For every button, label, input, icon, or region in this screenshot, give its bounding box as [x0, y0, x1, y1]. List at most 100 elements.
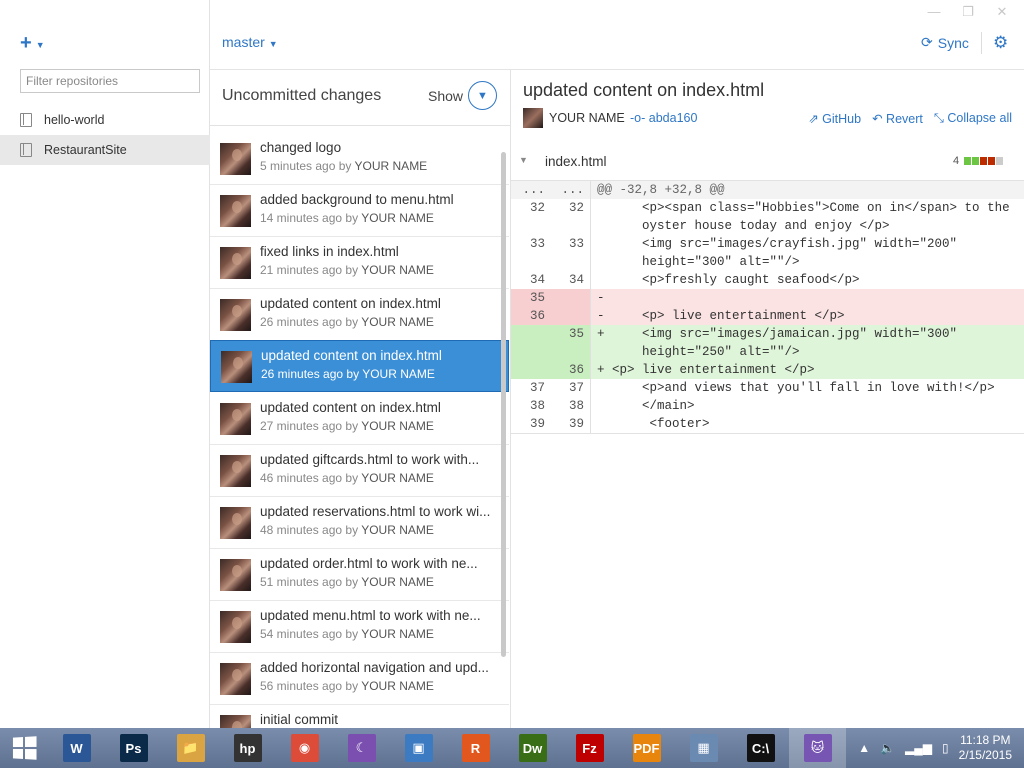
new-line-number: 33	[551, 235, 591, 253]
volume-icon[interactable]: 🔈	[880, 741, 895, 755]
avatar	[220, 299, 251, 331]
filezilla-icon: Fz	[575, 734, 604, 762]
commit-item[interactable]: updated reservations.html to work wi... …	[210, 497, 509, 549]
uncommitted-changes-label: Uncommitted changes	[222, 87, 382, 104]
diff-code: oyster house today and enjoy </p>	[597, 219, 890, 233]
diff-line-ctx: 32 32 <p><span class="Hobbies">Come on in…	[511, 199, 1024, 217]
avatar	[220, 559, 251, 591]
new-line-number: 36	[551, 361, 591, 379]
change-bar-deleted	[980, 157, 988, 165]
old-line-number	[511, 325, 551, 343]
dreamweaver-icon: Dw	[518, 734, 547, 762]
new-line-number: 32	[551, 199, 591, 217]
start-button[interactable]	[0, 728, 48, 768]
photoshop-icon: Ps	[119, 734, 148, 762]
taskbar-app-hp[interactable]: hp	[219, 728, 276, 768]
old-line-number: ...	[522, 183, 545, 197]
new-line-number: 38	[551, 397, 591, 415]
diff-line-ctx: oyster house today and enjoy </p>	[511, 217, 1024, 235]
taskbar-app-github[interactable]: 🐱	[789, 728, 846, 768]
old-line-number: 33	[529, 237, 545, 251]
commit-item[interactable]: updated giftcards.html to work with... 4…	[210, 445, 509, 497]
file-header[interactable]: ▼ index.html 4	[511, 141, 1024, 181]
change-bar-deleted	[988, 157, 996, 165]
bittorrent-icon: ☾	[347, 734, 376, 762]
diff-line-ctx: 34 34 <p>freshly caught seafood</p>	[511, 271, 1024, 289]
branch-selector[interactable]: master ▼	[222, 34, 278, 50]
battery-icon[interactable]: ▯	[942, 741, 949, 755]
minimize-icon[interactable]: —	[926, 4, 942, 20]
avatar	[220, 715, 251, 728]
commit-item-selected[interactable]: updated content on index.html 26 minutes…	[210, 340, 509, 392]
plus-icon: +	[20, 32, 32, 54]
collapse-icon: ⤡	[933, 111, 944, 125]
commit-item[interactable]: initial commit	[210, 705, 509, 728]
chevron-down-icon[interactable]: ▼	[468, 81, 497, 110]
taskbar-app-filezilla[interactable]: Fz	[561, 728, 618, 768]
taskbar-app-word[interactable]: W	[48, 728, 105, 768]
commit-sha-link[interactable]: -o- abda160	[630, 111, 697, 125]
commit-item[interactable]: updated order.html to work with ne... 51…	[210, 549, 509, 601]
old-line-number: 34	[529, 273, 545, 287]
taskbar-app-chrome[interactable]: ◉	[276, 728, 333, 768]
commit-message: added background to menu.html	[260, 192, 454, 207]
chevron-down-icon: ▼	[35, 39, 45, 50]
undo-icon: ↶	[872, 112, 883, 126]
revert-button[interactable]: ↶ Revert	[872, 111, 923, 126]
new-line-number: 37	[551, 379, 591, 397]
uncommitted-changes-header: Uncommitted changes Show ▼	[210, 70, 510, 126]
repo-item-restaurantsite[interactable]: RestaurantSite	[0, 135, 210, 165]
new-line-number: 34	[551, 271, 591, 289]
diff-code: height="300" alt=""/>	[597, 255, 800, 269]
diff-code: <p><span class="Hobbies">Come on in</spa…	[597, 201, 1010, 215]
sync-button[interactable]: ⟳ Sync	[921, 34, 969, 51]
new-line-number	[551, 253, 591, 271]
diff-line-ctx: 33 33 <img src="images/crayfish.jpg" widt…	[511, 235, 1024, 253]
chevron-down-icon[interactable]: ▼	[519, 155, 528, 165]
show-button[interactable]: Show	[428, 88, 463, 104]
restore-icon[interactable]: ❐	[960, 4, 976, 20]
diff-line-ctx: 39 39 <footer>	[511, 415, 1024, 433]
commit-meta: 5 minutes ago by YOUR NAME	[260, 159, 428, 173]
windows-taskbar: W Ps 📁 hp ◉ ☾ ▣ R Dw Fz PDF ▦ C:\ 🐱 ▲ 🔈 ▂▄▆ ▯ 11:18 P…	[0, 728, 1024, 768]
scrollbar[interactable]	[501, 152, 506, 657]
branch-label: master	[222, 34, 265, 50]
taskbar-app-bittorrent[interactable]: ☾	[333, 728, 390, 768]
close-icon[interactable]: ✕	[994, 4, 1010, 20]
gear-icon[interactable]: ⚙	[993, 33, 1008, 53]
signal-icon[interactable]: ▂▄▆	[905, 741, 932, 755]
diff-code: <p>and views that you'll fall in love wi…	[597, 381, 995, 395]
taskbar-app-dreamweaver[interactable]: Dw	[504, 728, 561, 768]
clock[interactable]: 11:18 PM 2/15/2015	[959, 733, 1012, 763]
old-line-number	[511, 253, 551, 271]
avatar	[523, 108, 543, 128]
commit-item[interactable]: added background to menu.html 14 minutes…	[210, 185, 509, 237]
new-line-number	[551, 343, 591, 361]
clock-time: 11:18 PM	[960, 733, 1011, 747]
commit-item[interactable]: changed logo 5 minutes ago by YOUR NAME	[210, 133, 509, 185]
taskbar-app-r-app[interactable]: R	[447, 728, 504, 768]
commit-item[interactable]: updated menu.html to work with ne... 54 …	[210, 601, 509, 653]
taskbar-app-network[interactable]: ▦	[675, 728, 732, 768]
commit-message: fixed links in index.html	[260, 244, 399, 259]
r-app-icon: R	[461, 734, 490, 762]
diff-line-del: 36 - <p> live entertainment </p>	[511, 307, 1024, 325]
add-repository-button[interactable]: + ▼	[20, 32, 45, 55]
commit-item[interactable]: fixed links in index.html 21 minutes ago…	[210, 237, 509, 289]
taskbar-app-remote-desktop[interactable]: ▣	[390, 728, 447, 768]
taskbar-app-cmd[interactable]: C:\	[732, 728, 789, 768]
repo-item-hello-world[interactable]: hello-world	[0, 105, 210, 135]
commit-item[interactable]: updated content on index.html 27 minutes…	[210, 393, 509, 445]
commit-item[interactable]: updated content on index.html 26 minutes…	[210, 289, 509, 341]
taskbar-app-photoshop[interactable]: Ps	[105, 728, 162, 768]
remote-desktop-icon: ▣	[404, 734, 433, 762]
github-link-button[interactable]: ⇗ GitHub	[808, 111, 861, 126]
chevron-up-icon[interactable]: ▲	[858, 741, 870, 755]
taskbar-app-file-explorer[interactable]: 📁	[162, 728, 219, 768]
commit-meta: 54 minutes ago by YOUR NAME	[260, 627, 434, 641]
collapse-all-button[interactable]: ⤡ Collapse all	[934, 111, 1012, 126]
commit-item[interactable]: added horizontal navigation and upd... 5…	[210, 653, 509, 705]
repo-label: hello-world	[44, 113, 105, 127]
filter-repositories-input[interactable]	[20, 69, 200, 93]
taskbar-app-pdf[interactable]: PDF	[618, 728, 675, 768]
